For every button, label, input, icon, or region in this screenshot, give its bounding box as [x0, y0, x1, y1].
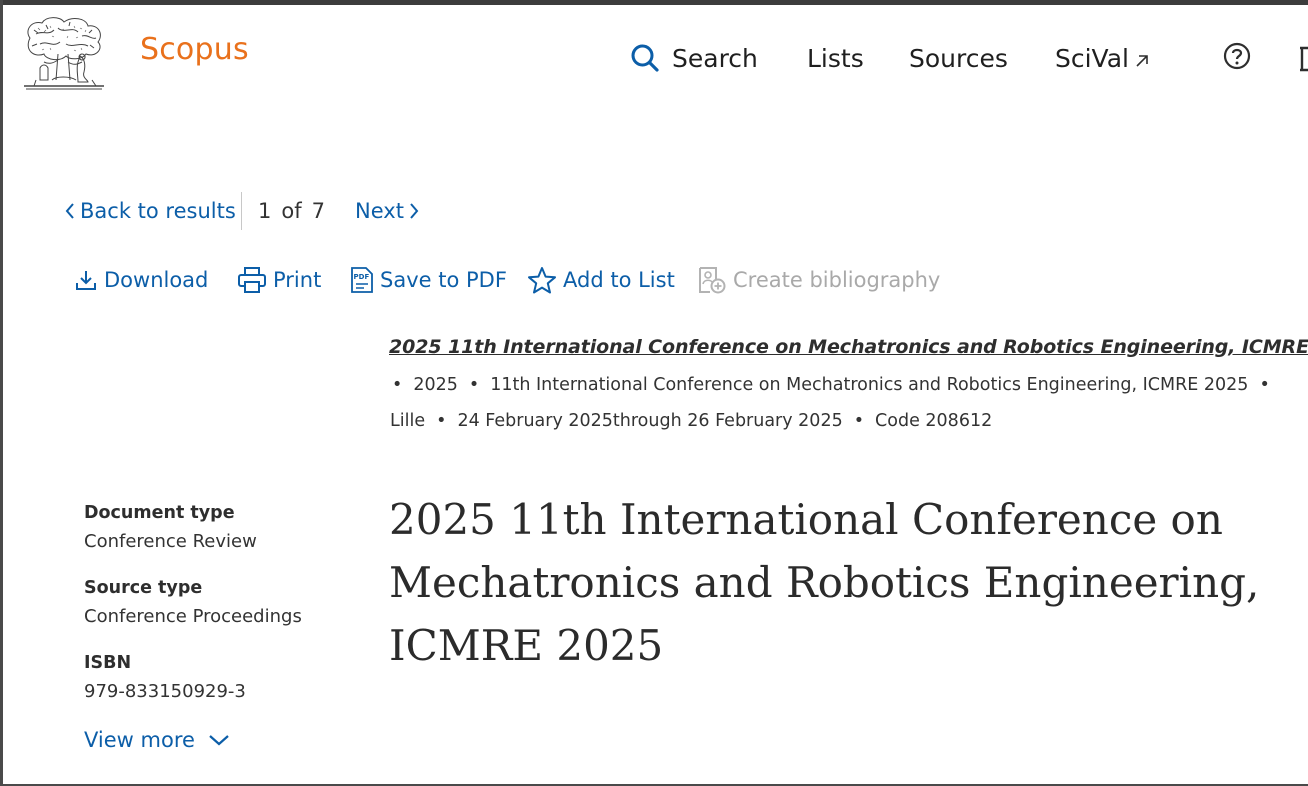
source-type-label: Source type: [84, 578, 203, 598]
document-type-section: Document type Conference Review: [84, 503, 344, 552]
external-link-icon: [1136, 55, 1148, 67]
chevron-right-icon: [410, 203, 419, 219]
institution-button[interactable]: [1294, 42, 1308, 72]
nav-sources-label: Sources: [909, 43, 1008, 73]
result-of-label: of: [281, 199, 302, 223]
conference-year: 2025: [413, 375, 458, 395]
next-result-link[interactable]: Next: [355, 194, 420, 228]
conference-dates: 24 February 2025through 26 February 2025: [457, 411, 843, 431]
search-icon: [631, 44, 659, 72]
nav-scival-label: SciVal: [1055, 43, 1129, 73]
nav-lists[interactable]: Lists: [807, 38, 864, 78]
conference-meta-line-1: • 2025 • 11th International Conference on M…: [392, 375, 1270, 395]
elsevier-tree-logo-icon[interactable]: [22, 16, 106, 92]
document-type-label: Document type: [84, 503, 235, 523]
back-to-results-link[interactable]: Back to results: [64, 194, 236, 228]
nav-scival[interactable]: SciVal: [1055, 38, 1151, 78]
result-counter: 1 of 7: [258, 194, 325, 228]
window-top-border: [0, 0, 1308, 5]
next-result-label: Next: [355, 199, 404, 223]
save-to-pdf-button[interactable]: PDF Save to PDF: [350, 263, 507, 297]
print-label: Print: [273, 268, 322, 292]
view-more-label: View more: [84, 728, 195, 752]
conference-code: Code 208612: [875, 411, 993, 431]
chevron-down-icon: [209, 735, 229, 746]
conference-meta-line-2: Lille • 24 February 2025through 26 Februar…: [390, 411, 993, 431]
result-current: 1: [258, 199, 272, 223]
add-to-list-button[interactable]: Add to List: [527, 263, 675, 297]
view-more-button[interactable]: View more: [84, 728, 231, 752]
isbn-label: ISBN: [84, 653, 132, 673]
bibliography-icon: [699, 267, 726, 294]
chevron-left-icon: [65, 203, 74, 219]
conference-name: 11th International Conference on Mechatr…: [490, 375, 1249, 395]
source-type-value: Conference Proceedings: [84, 606, 302, 627]
conference-source-link[interactable]: 2025 11th International Conference on Me…: [389, 336, 1308, 358]
isbn-section: ISBN 979-833150929-3: [84, 653, 344, 702]
star-icon: [528, 267, 556, 294]
svg-text:PDF: PDF: [354, 273, 370, 281]
scopus-brand[interactable]: Scopus: [140, 32, 249, 67]
pager-divider: [241, 192, 242, 230]
add-to-list-label: Add to List: [563, 268, 675, 292]
document-type-value: Conference Review: [84, 531, 257, 552]
question-circle-icon: [1223, 42, 1251, 70]
printer-icon: [238, 267, 266, 293]
create-bibliography-button[interactable]: Create bibliography: [697, 263, 940, 297]
nav-lists-label: Lists: [807, 43, 864, 73]
create-bibliography-label: Create bibliography: [733, 268, 941, 292]
window-left-border: [0, 0, 3, 786]
back-to-results-label: Back to results: [80, 199, 236, 223]
save-to-pdf-label: Save to PDF: [380, 268, 507, 292]
help-button[interactable]: [1223, 42, 1251, 70]
institution-icon: [1300, 46, 1308, 72]
nav-search-label: Search: [672, 43, 758, 73]
result-total: 7: [311, 199, 325, 223]
source-type-section: Source type Conference Proceedings: [84, 578, 344, 627]
document-title: 2025 11th International Conference on Me…: [389, 495, 1260, 670]
pdf-file-icon: PDF: [351, 267, 373, 293]
download-icon: [76, 271, 96, 290]
print-button[interactable]: Print: [237, 263, 321, 297]
download-button[interactable]: Download: [74, 263, 208, 297]
download-label: Download: [104, 268, 209, 292]
conference-location: Lille: [390, 411, 426, 431]
nav-search[interactable]: Search: [630, 38, 758, 78]
isbn-value: 979-833150929-3: [84, 681, 246, 702]
nav-sources[interactable]: Sources: [909, 38, 1008, 78]
